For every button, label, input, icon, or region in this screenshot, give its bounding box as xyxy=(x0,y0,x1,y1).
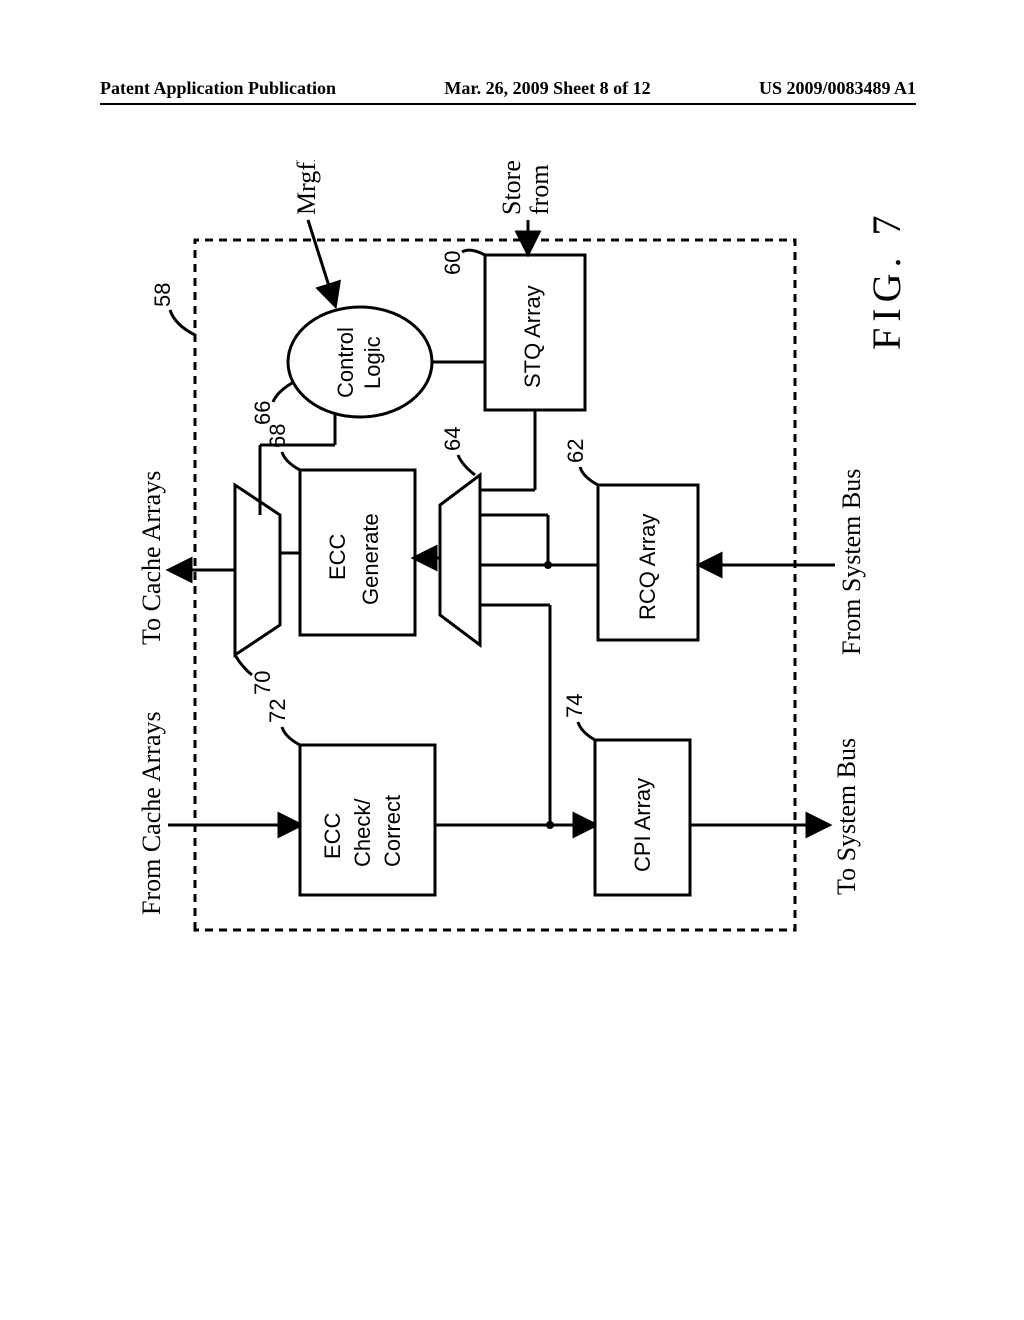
ref-64: 64 xyxy=(440,427,465,451)
stq-label: STQ Array xyxy=(520,285,545,388)
label-to-cache: To Cache Arrays xyxy=(137,471,166,645)
ecc-check-l2: Check/ xyxy=(350,798,375,867)
rcq-label: RCQ Array xyxy=(635,514,660,620)
cpi-label: CPI Array xyxy=(630,778,655,872)
label-store-data2: from Core xyxy=(525,160,554,215)
header-right: US 2009/0083489 A1 xyxy=(759,78,916,99)
ref-62: 62 xyxy=(563,439,588,463)
page-header: Patent Application Publication Mar. 26, … xyxy=(100,78,916,105)
ecc-check-l3: Correct xyxy=(380,795,405,867)
ecc-gen-l2: Generate xyxy=(358,513,383,605)
label-from-bus: From System Bus xyxy=(837,469,866,655)
mux-70 xyxy=(235,485,280,655)
ref-72: 72 xyxy=(265,699,290,723)
ref-70: 70 xyxy=(250,671,275,695)
ctrl-l2: Logic xyxy=(360,336,385,389)
diagram-svg: 58 From Cache Arrays To Cache Arrays ECC… xyxy=(120,160,920,975)
ecc-gen-l1: ECC xyxy=(325,533,350,580)
ecc-check-l1: ECC xyxy=(320,812,345,859)
figure-label: FIG. 7 xyxy=(864,210,909,350)
label-to-bus: To System Bus xyxy=(832,738,861,895)
ref-60: 60 xyxy=(440,251,465,275)
page: Patent Application Publication Mar. 26, … xyxy=(0,0,1024,1320)
label-store-data1: Store Data xyxy=(497,160,526,215)
ctrl-l1: Control xyxy=(333,327,358,398)
header-mid: Mar. 26, 2009 Sheet 8 of 12 xyxy=(444,78,650,99)
mux-64 xyxy=(440,475,480,645)
ref-74: 74 xyxy=(562,694,587,718)
ref-66: 66 xyxy=(250,401,275,425)
ref-58: 58 xyxy=(150,283,175,307)
label-from-cache: From Cache Arrays xyxy=(137,711,166,915)
figure-7-diagram: 58 From Cache Arrays To Cache Arrays ECC… xyxy=(120,175,935,975)
label-mrgflow: Mrgflow_ctl xyxy=(292,160,321,215)
header-left: Patent Application Publication xyxy=(100,78,336,99)
arrow-mrgflow xyxy=(308,220,335,305)
